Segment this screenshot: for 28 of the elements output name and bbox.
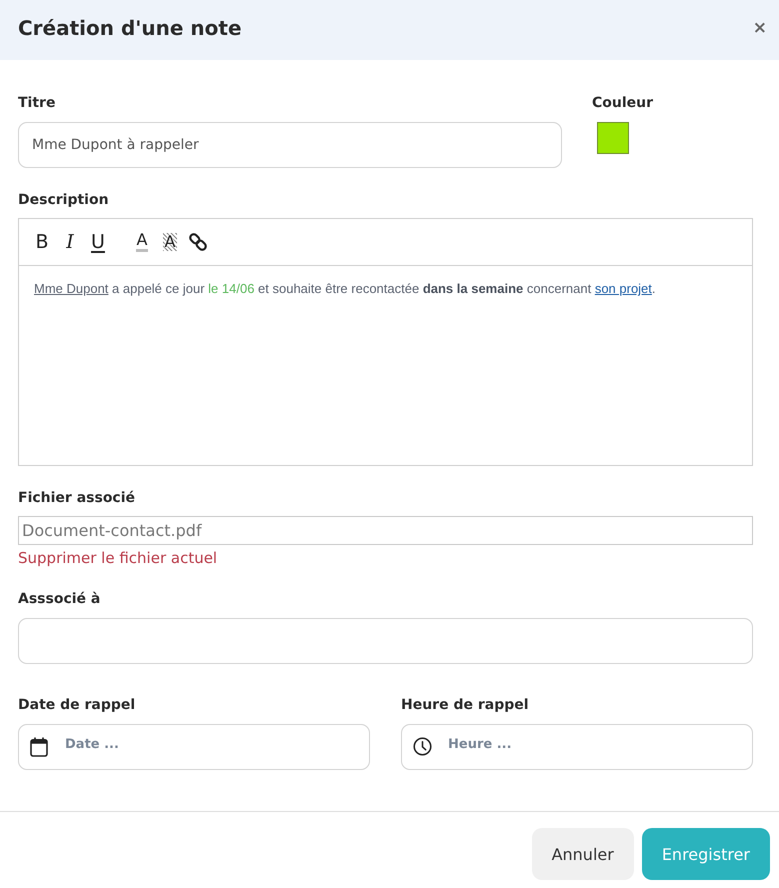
field-label: Asssocié à	[18, 590, 100, 609]
italic-button[interactable]: I	[56, 228, 84, 256]
field-label: Couleur	[592, 94, 654, 113]
calendar-icon	[30, 737, 48, 757]
link-icon	[189, 233, 207, 251]
field-label: Description	[18, 191, 109, 210]
date-field[interactable]: Date ...	[18, 724, 370, 770]
close-button[interactable]: ×	[750, 20, 770, 37]
color-swatch[interactable]	[597, 122, 629, 154]
highlight-button[interactable]: A	[156, 228, 184, 256]
cancel-button[interactable]: Annuler	[532, 828, 634, 880]
field-label: Date de rappel	[18, 696, 136, 715]
field-label: Titre	[18, 94, 56, 113]
field-label: Heure de rappel	[401, 696, 529, 715]
field-label: Fichier associé	[18, 489, 136, 508]
file-field[interactable]: Document-contact.pdf	[18, 516, 753, 545]
text-editor[interactable]: B I U A A Mme Dupont a appelé ce jour le 14/06 et souhaite être recontactée dans la semaine concernant son projet.	[18, 218, 753, 466]
description-text: Mme Dupont a appelé ce jour le 14/06 et souhaite être recontactée dans la semaine concernant son projet.	[34, 280, 656, 298]
remove-file-link[interactable]: Supprimer le fichier actuel	[18, 547, 218, 569]
text-color-button[interactable]: A	[128, 228, 156, 256]
dialog-title: Création d'une note	[18, 16, 242, 40]
bold-button[interactable]: B	[28, 228, 56, 256]
time-field[interactable]: Heure ...	[401, 724, 753, 770]
input-field[interactable]	[18, 618, 753, 664]
clock-icon	[413, 737, 432, 756]
text-field[interactable]: Mme Dupont à rappeler	[18, 122, 562, 168]
link[interactable]: son projet	[594, 281, 652, 296]
underline-button[interactable]: U	[84, 228, 112, 256]
